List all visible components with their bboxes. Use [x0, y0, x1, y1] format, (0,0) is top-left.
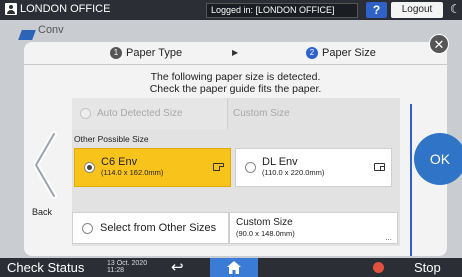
stop-button[interactable]: Stop — [414, 260, 441, 275]
logout-button[interactable]: Logout — [391, 2, 443, 18]
user-display: LONDON OFFICE — [5, 3, 110, 15]
return-icon[interactable]: ↩ — [171, 258, 184, 276]
select-other-sizes-option[interactable]: Select from Other Sizes — [72, 212, 229, 244]
step-paper-type[interactable]: 1 Paper Type — [110, 47, 182, 59]
back-button[interactable]: Back — [30, 130, 64, 217]
detection-message: The following paper size is detected. Ch… — [149, 71, 322, 95]
radio-auto-detected — [80, 108, 91, 119]
size-option-dl-env[interactable]: DL Env (110.0 x 220.0mm) — [235, 148, 392, 187]
paper-size-dialog: 1 Paper Type ▶ 2 Paper Size ✕ The follow… — [24, 34, 462, 256]
custom-size-field[interactable]: Custom Size (90.0 x 148.0mm) ... — [229, 212, 398, 244]
close-button[interactable]: ✕ — [429, 34, 449, 54]
radio-dl-env — [245, 162, 256, 173]
energy-saver-icon[interactable]: ☾ — [450, 2, 462, 18]
chevron-left-icon — [33, 131, 57, 199]
paper-orientation-icon — [213, 163, 224, 171]
size-option-c6-env[interactable]: C6 Env (114.0 x 162.0mm) — [74, 148, 231, 187]
radio-c6-env — [84, 162, 95, 173]
step-arrow-icon: ▶ — [232, 48, 239, 57]
check-status-button[interactable]: Check Status — [7, 260, 84, 275]
more-icon: ... — [385, 233, 392, 242]
bottom-bar: Check Status 13 Oct. 2020 11:28 ↩ Stop — [0, 258, 462, 277]
logged-in-status: Logged in: [LONDON OFFICE] — [206, 3, 358, 18]
size-options-panel: Auto Detected Size Custom Size Other Pos… — [72, 98, 400, 246]
paper-orientation-icon — [374, 163, 385, 171]
stop-icon[interactable] — [373, 262, 384, 273]
help-button[interactable]: ? — [366, 2, 387, 18]
auto-custom-size: Custom Size — [227, 98, 400, 129]
back-label: Back — [32, 207, 53, 217]
radio-other-sizes — [82, 223, 93, 234]
ok-button[interactable]: OK — [414, 133, 462, 185]
user-icon — [5, 3, 17, 15]
other-possible-size-label: Other Possible Size — [74, 134, 149, 144]
home-icon — [227, 261, 241, 274]
top-bar: LONDON OFFICE Logged in: [LONDON OFFICE]… — [0, 0, 462, 20]
step-paper-size[interactable]: 2 Paper Size — [306, 47, 376, 59]
user-name: LONDON OFFICE — [20, 3, 111, 15]
date-time: 13 Oct. 2020 11:28 — [107, 260, 148, 274]
divider-line — [410, 104, 412, 256]
auto-detected-option: Auto Detected Size — [72, 98, 227, 129]
home-button[interactable] — [210, 258, 258, 277]
background-copy-app: Conv — [24, 24, 66, 44]
step-indicator: 1 Paper Type ▶ 2 Paper Size — [24, 42, 447, 65]
